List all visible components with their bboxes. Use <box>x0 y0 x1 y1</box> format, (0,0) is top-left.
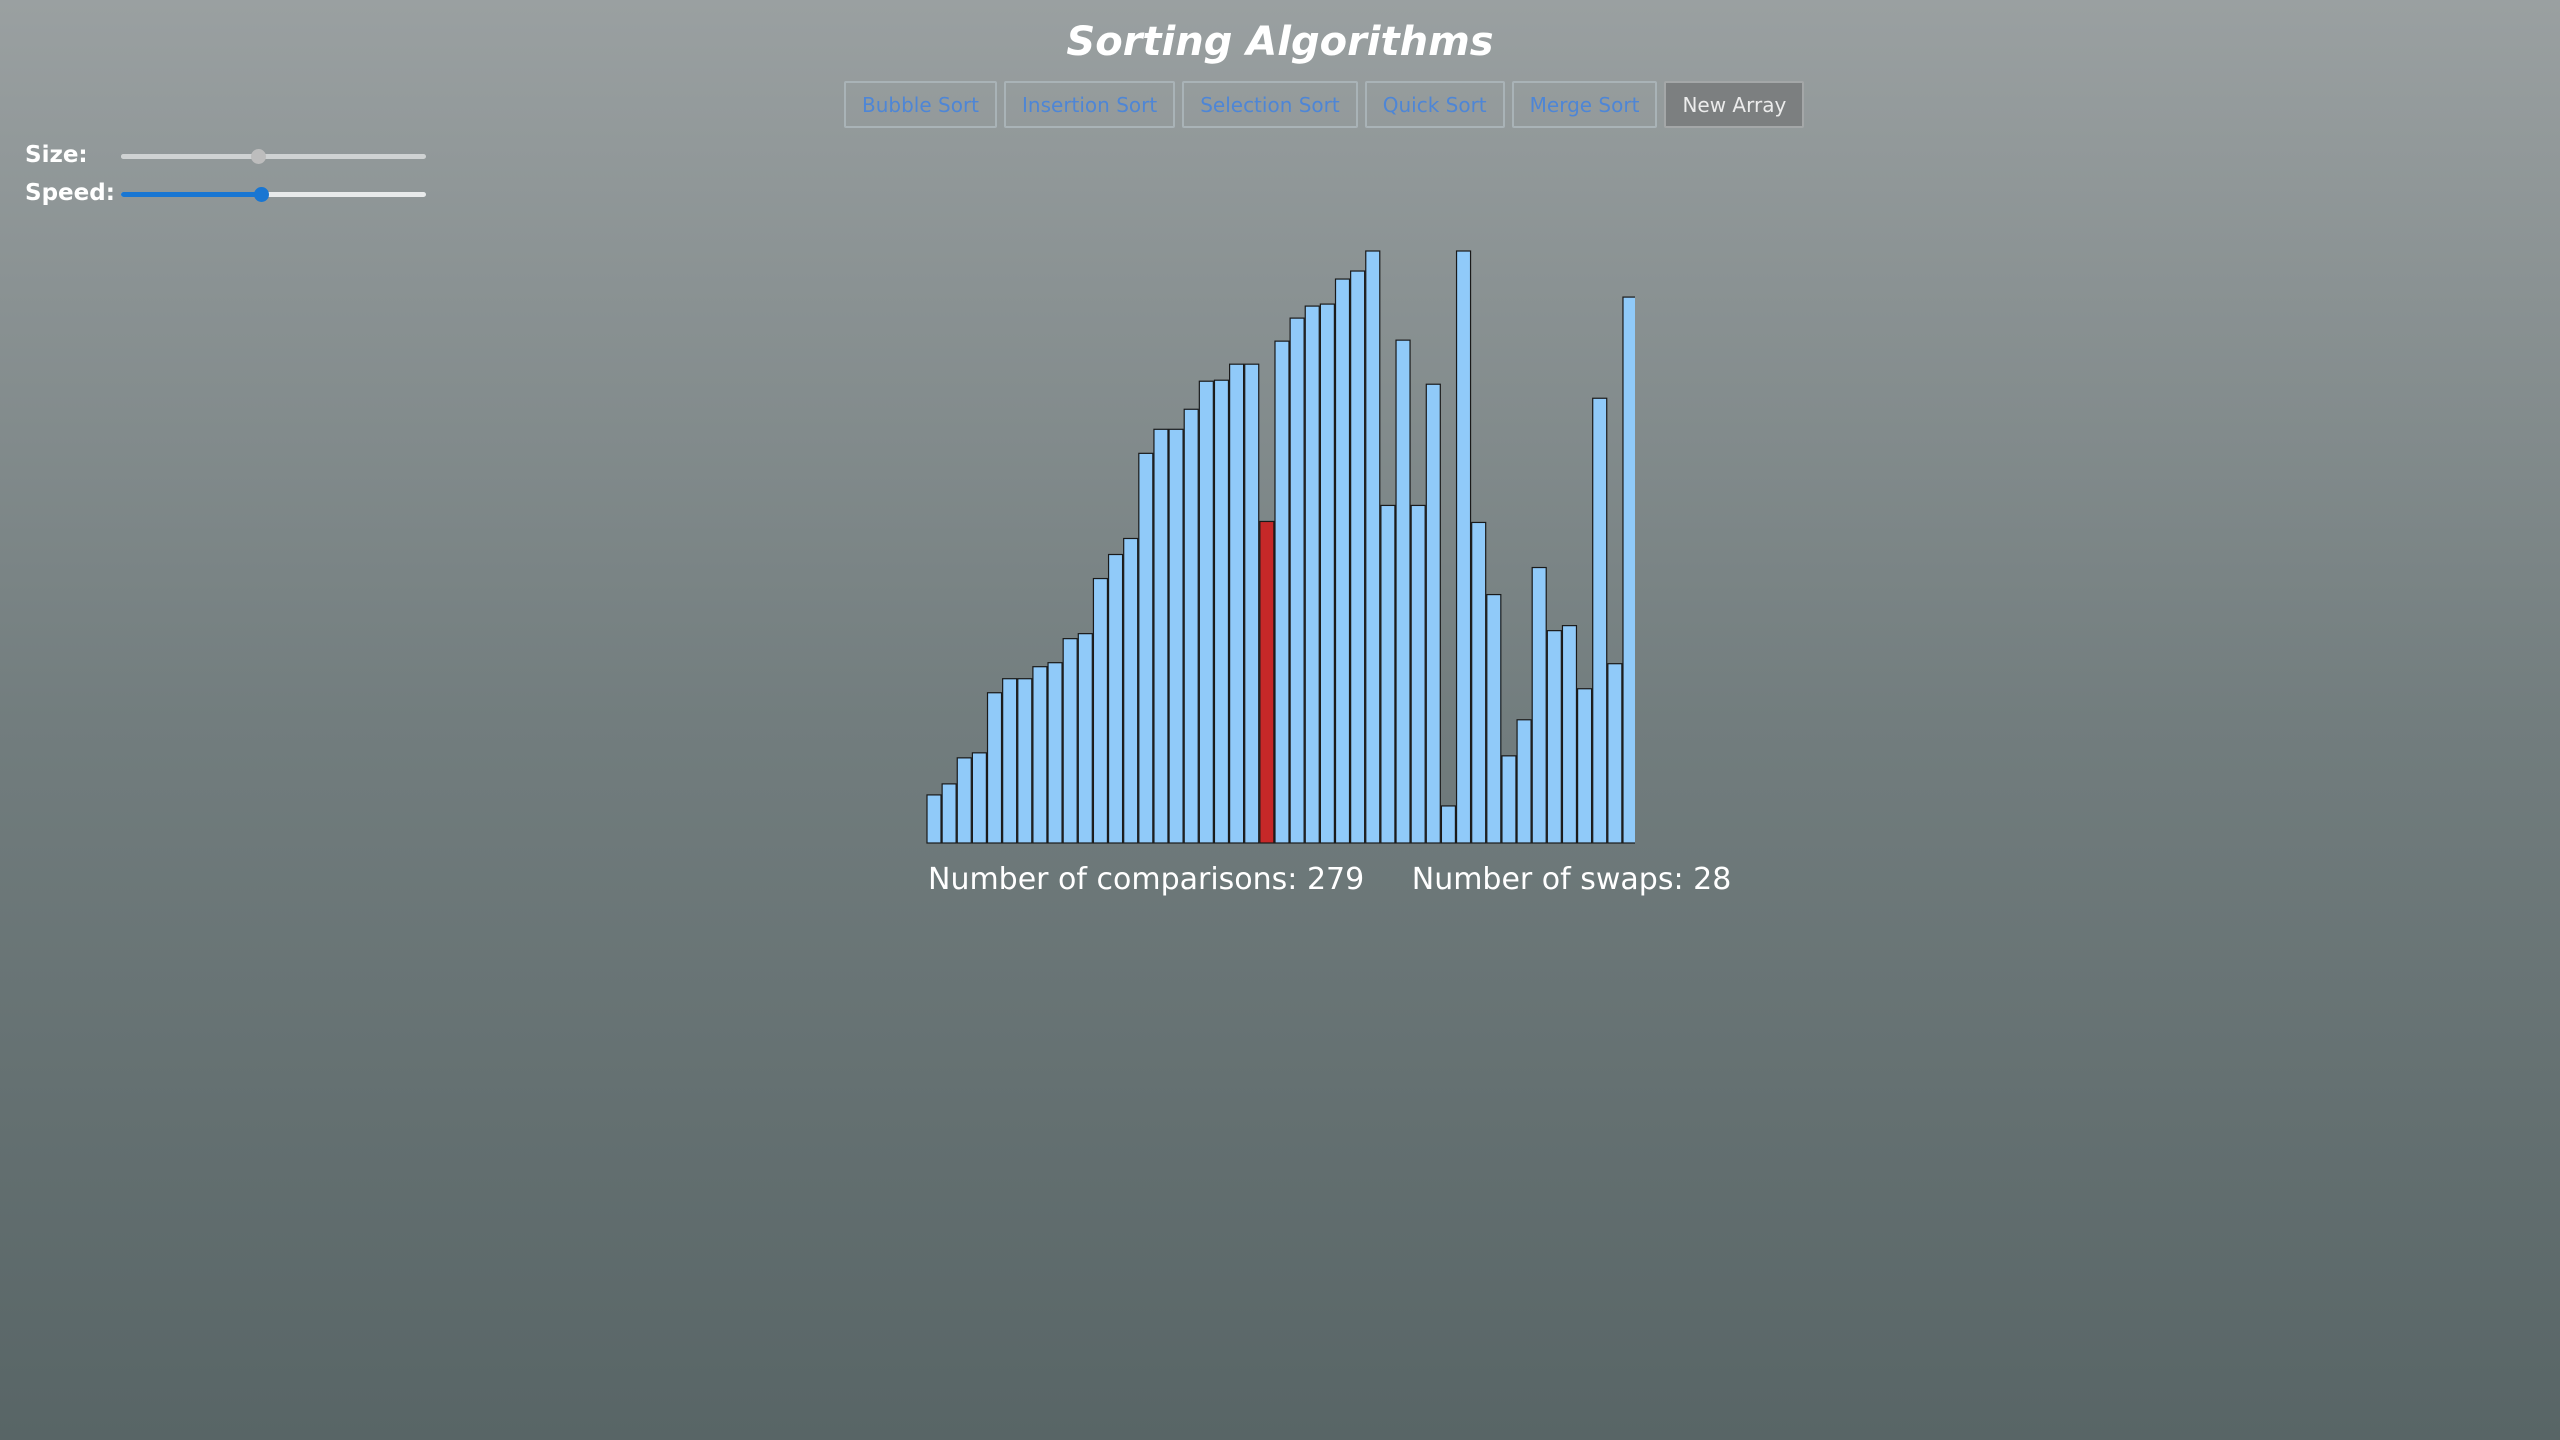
array-bar <box>1047 662 1063 844</box>
speed-control: Speed: <box>25 178 435 216</box>
array-bar <box>1017 678 1033 844</box>
selection-sort-button[interactable]: Selection Sort <box>1182 81 1358 128</box>
array-bars <box>926 250 1635 844</box>
array-bar <box>1501 755 1517 844</box>
size-slider-fill <box>121 154 259 159</box>
array-bar <box>1561 625 1578 844</box>
quick-sort-button[interactable]: Quick Sort <box>1364 81 1505 128</box>
controls-panel: Size: Speed: <box>25 140 435 216</box>
array-bar <box>1516 719 1532 844</box>
array-bar <box>1380 504 1396 844</box>
array-bar <box>1622 296 1635 844</box>
array-bar <box>1123 537 1139 844</box>
algorithm-toolbar: Bubble Sort Insertion Sort Selection Sor… <box>844 81 1805 128</box>
array-bar <box>1198 380 1214 844</box>
array-bar <box>1410 504 1426 844</box>
array-bar <box>1607 663 1623 844</box>
array-bar <box>926 794 942 844</box>
array-bar <box>1062 638 1078 844</box>
array-bar <box>1304 305 1320 844</box>
array-bar <box>1229 363 1245 844</box>
array-bar <box>1350 270 1366 844</box>
array-bar <box>1486 593 1502 844</box>
array-bar <box>941 783 957 844</box>
array-bar <box>1440 805 1457 844</box>
array-bar <box>1107 553 1124 844</box>
merge-sort-button[interactable]: Merge Sort <box>1511 81 1658 128</box>
array-bar <box>1244 363 1260 844</box>
array-bar <box>1077 633 1093 844</box>
page-title: Sorting Algorithms <box>1066 19 1494 65</box>
array-bar <box>1455 250 1472 844</box>
array-bar <box>1092 577 1109 844</box>
array-bar <box>1138 452 1154 844</box>
array-bar <box>1531 566 1547 844</box>
array-bar <box>1032 666 1048 844</box>
bubble-sort-button[interactable]: Bubble Sort <box>844 81 998 128</box>
array-bar <box>1002 678 1018 844</box>
array-bar <box>1395 339 1411 844</box>
insertion-sort-button[interactable]: Insertion Sort <box>1004 81 1176 128</box>
new-array-button[interactable]: New Array <box>1664 81 1805 128</box>
size-slider[interactable] <box>121 149 426 164</box>
array-bar <box>971 752 987 844</box>
array-bar <box>1183 408 1199 844</box>
speed-slider-fill <box>121 192 262 197</box>
array-bar <box>956 757 972 844</box>
array-bar <box>1334 278 1351 844</box>
array-bar <box>1319 303 1335 844</box>
array-bar <box>1213 379 1230 844</box>
array-bar <box>1153 428 1169 844</box>
swaps-count: Number of swaps: 28 <box>1411 862 1732 897</box>
array-bar <box>1471 521 1487 844</box>
size-label: Size: <box>25 142 88 168</box>
array-bar <box>986 692 1003 844</box>
stats: Number of comparisons: 279 Number of swa… <box>928 858 1731 902</box>
array-bar <box>1365 250 1381 844</box>
speed-label: Speed: <box>25 180 115 206</box>
size-slider-thumb[interactable] <box>251 149 267 164</box>
array-bar <box>1576 688 1593 844</box>
speed-slider[interactable] <box>121 187 426 202</box>
array-bar-active <box>1259 520 1275 844</box>
array-bar <box>1592 397 1608 844</box>
array-bar <box>1425 383 1441 844</box>
array-bar <box>1289 317 1305 844</box>
array-bar <box>1546 630 1562 844</box>
size-control: Size: <box>25 140 435 178</box>
array-bar <box>1168 428 1184 844</box>
speed-slider-thumb[interactable] <box>254 187 270 202</box>
array-bar <box>1274 340 1290 844</box>
comparisons-count: Number of comparisons: 279 <box>928 862 1365 897</box>
